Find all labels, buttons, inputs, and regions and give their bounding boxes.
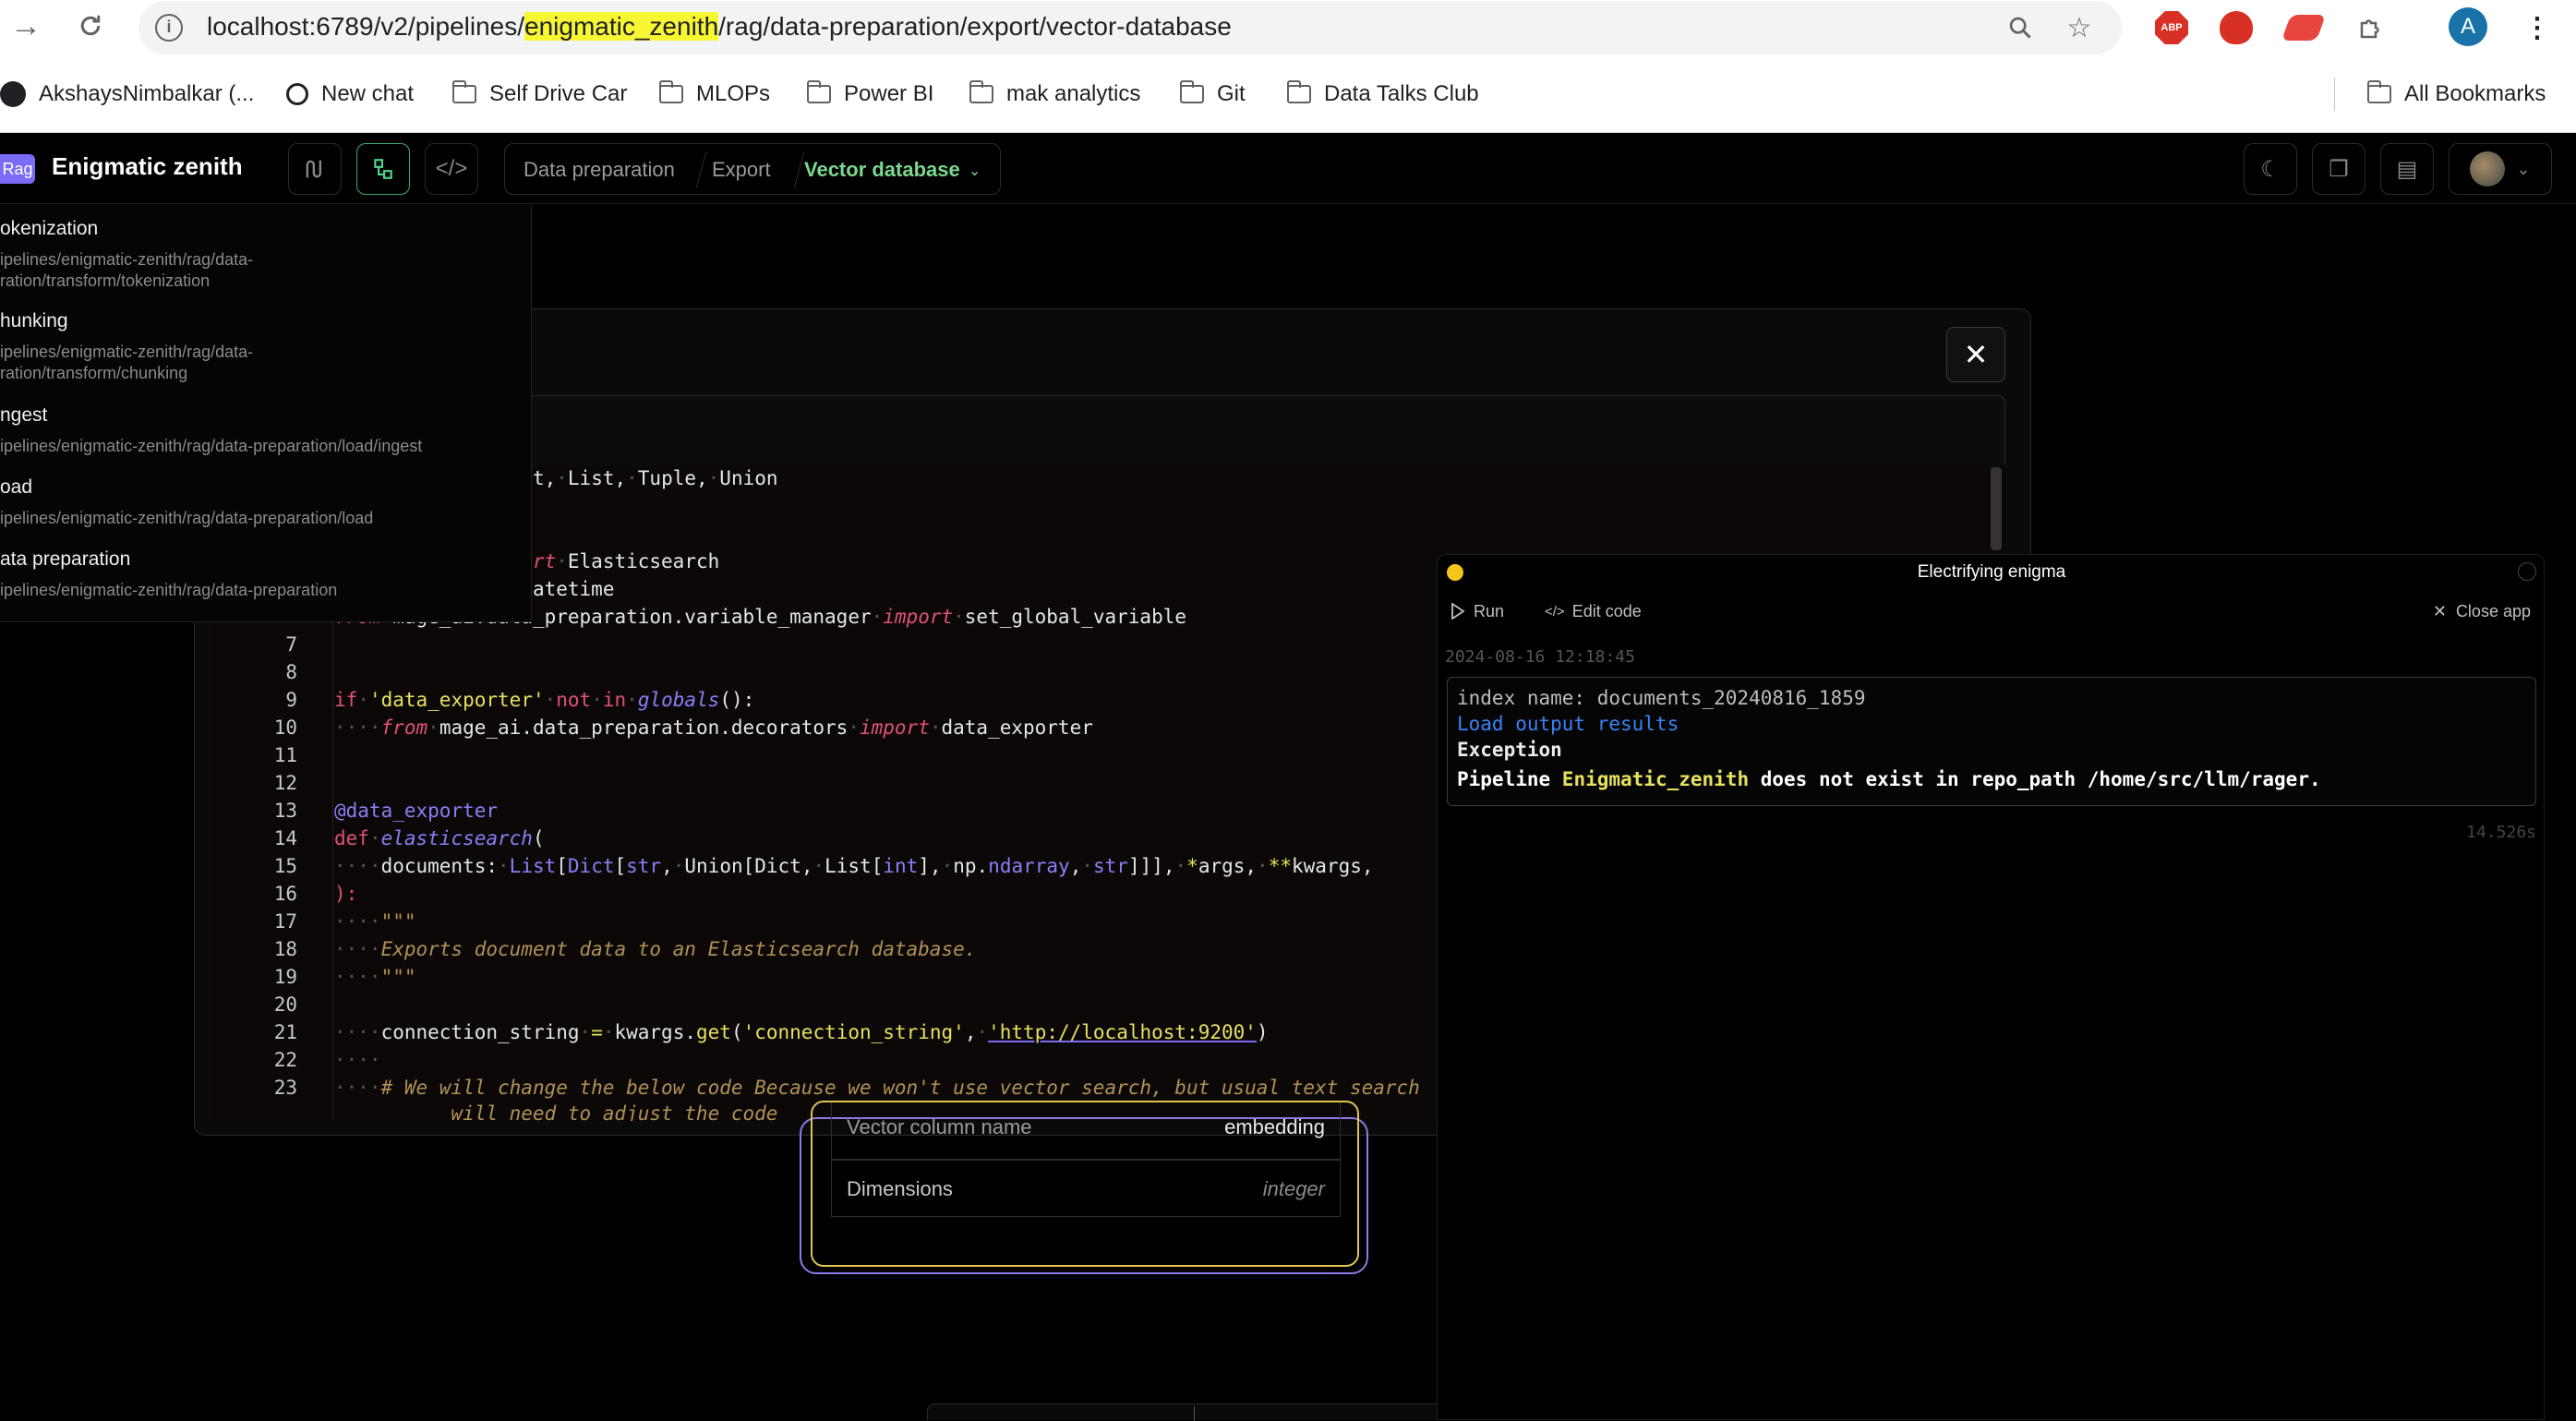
- folder-icon: [807, 80, 831, 103]
- output-timestamp: 2024-08-16 12:18:45: [1445, 647, 1635, 667]
- close-editor-button[interactable]: ✕: [1946, 327, 2005, 382]
- config-row-vector-column[interactable]: Vector column name embedding: [831, 1102, 1341, 1160]
- bookmark-git[interactable]: Git: [1180, 78, 1246, 111]
- extension-stack-icon[interactable]: [2281, 15, 2327, 41]
- code-view-button[interactable]: </>: [425, 143, 478, 195]
- output-log: index name: documents_20240816_1859 Load…: [1447, 677, 2536, 806]
- user-menu-button[interactable]: ⌄: [2449, 143, 2552, 195]
- bookmark-mlops[interactable]: MLOPs: [659, 78, 770, 111]
- edit-code-button[interactable]: </> Edit code: [1545, 599, 1642, 623]
- document-icon[interactable]: ▤: [2380, 143, 2434, 195]
- pipeline-type-badge: Rag: [0, 154, 35, 184]
- openai-icon: [286, 83, 308, 105]
- close-app-button[interactable]: ✕ Close app: [2433, 599, 2531, 623]
- url-highlight: enigmatic_zenith: [524, 12, 719, 41]
- vector-db-node[interactable]: Vector column name embedding Dimensions …: [800, 1101, 1368, 1274]
- chevron-down-icon: ⌄: [2516, 159, 2531, 178]
- kebab-menu-icon[interactable]: ⋮: [2517, 7, 2558, 48]
- panel-toggle-icon[interactable]: [2518, 562, 2536, 581]
- index-name-line: index name: documents_20240816_1859: [1457, 687, 1866, 709]
- app-header: Rag Enigmatic zenith </> Data preparatio…: [0, 134, 2576, 204]
- pipeline-title[interactable]: Enigmatic zenith: [52, 152, 243, 181]
- all-bookmarks[interactable]: All Bookmarks: [2367, 78, 2546, 111]
- breadcrumb-export[interactable]: Export: [712, 158, 771, 182]
- bookmark-data-talks-club[interactable]: Data Talks Club: [1287, 78, 1479, 111]
- block-navigation-dropdown: okenization ipelines/enigmatic-zenith/ra…: [0, 205, 532, 622]
- folder-icon: [452, 80, 476, 103]
- blocks-view-button[interactable]: [356, 143, 410, 195]
- moon-icon[interactable]: ☾: [2244, 143, 2297, 195]
- breadcrumb: Data preparation Export Vector database …: [504, 143, 1001, 195]
- site-info-icon[interactable]: i: [155, 14, 183, 42]
- error-message: Pipeline Enigmatic_zenith does not exist…: [1457, 768, 2321, 790]
- canvas-view-button[interactable]: [288, 143, 342, 195]
- bookmark-divider: [2334, 78, 2335, 111]
- avatar: [2470, 151, 2506, 187]
- adblock-icon[interactable]: ABP: [2155, 11, 2188, 44]
- breadcrumb-data-preparation[interactable]: Data preparation: [524, 158, 675, 182]
- browser-chrome: → i localhost:6789/v2/pipelines/enigmati…: [0, 0, 2576, 133]
- bookmark-github[interactable]: AkshaysNimbalkar (...: [0, 78, 254, 111]
- code-icon: </>: [1545, 603, 1565, 620]
- reload-icon[interactable]: [65, 7, 116, 44]
- folder-icon: [1287, 80, 1311, 103]
- dropdown-item-load[interactable]: oad ipelines/enigmatic-zenith/rag/data-p…: [0, 476, 517, 532]
- bookmark-mak-analytics[interactable]: mak analytics: [969, 78, 1140, 111]
- execution-duration: 14.526s: [2466, 823, 2536, 842]
- address-bar[interactable]: i localhost:6789/v2/pipelines/enigmatic_…: [138, 1, 2122, 54]
- zoom-icon[interactable]: [2000, 7, 2040, 48]
- bookmark-power-bi[interactable]: Power BI: [807, 78, 933, 111]
- folder-icon: [1180, 80, 1204, 103]
- editor-scrollbar[interactable]: [1991, 467, 2002, 550]
- bookmark-star-icon[interactable]: ☆: [2059, 7, 2100, 48]
- folder-icon: [659, 80, 683, 103]
- close-icon: ✕: [2432, 601, 2447, 620]
- profile-avatar[interactable]: A: [2449, 7, 2487, 46]
- forward-icon[interactable]: →: [0, 7, 52, 44]
- extension-red-icon[interactable]: [2220, 11, 2253, 44]
- layers-icon[interactable]: ❐: [2312, 143, 2365, 195]
- dropdown-item-chunking[interactable]: hunking ipelines/enigmatic-zenith/rag/da…: [0, 310, 517, 393]
- dropdown-item-data-preparation[interactable]: ata preparation ipelines/enigmatic-zenit…: [0, 548, 517, 604]
- extensions-puzzle-icon[interactable]: [2351, 7, 2391, 48]
- dropdown-item-tokenization[interactable]: okenization ipelines/enigmatic-zenith/ra…: [0, 218, 517, 301]
- folder-icon: [969, 80, 993, 103]
- dropdown-item-ingest[interactable]: ngest ipelines/enigmatic-zenith/rag/data…: [0, 404, 517, 460]
- url-text[interactable]: localhost:6789/v2/pipelines/enigmatic_ze…: [207, 12, 1232, 42]
- breadcrumb-vector-database[interactable]: Vector database: [804, 158, 960, 182]
- vector-db-node-inner: Vector column name embedding Dimensions …: [811, 1101, 1359, 1267]
- chevron-down-icon[interactable]: ⌄: [969, 162, 981, 180]
- output-panel: Electrifying enigma Run </> Edit code ✕ …: [1437, 554, 2545, 1420]
- bookmark-new-chat[interactable]: New chat: [286, 78, 414, 111]
- load-output-link[interactable]: Load output results: [1457, 713, 1679, 735]
- folder-icon: [2367, 80, 2391, 103]
- github-icon: [0, 81, 26, 107]
- config-row-dimensions[interactable]: Dimensions integer: [831, 1160, 1341, 1217]
- run-button[interactable]: Run: [1451, 599, 1504, 623]
- exception-label: Exception: [1457, 739, 1562, 761]
- panel-title: Electrifying enigma: [1917, 562, 2066, 582]
- play-icon: [1451, 603, 1465, 620]
- bookmark-self-drive-car[interactable]: Self Drive Car: [452, 78, 627, 111]
